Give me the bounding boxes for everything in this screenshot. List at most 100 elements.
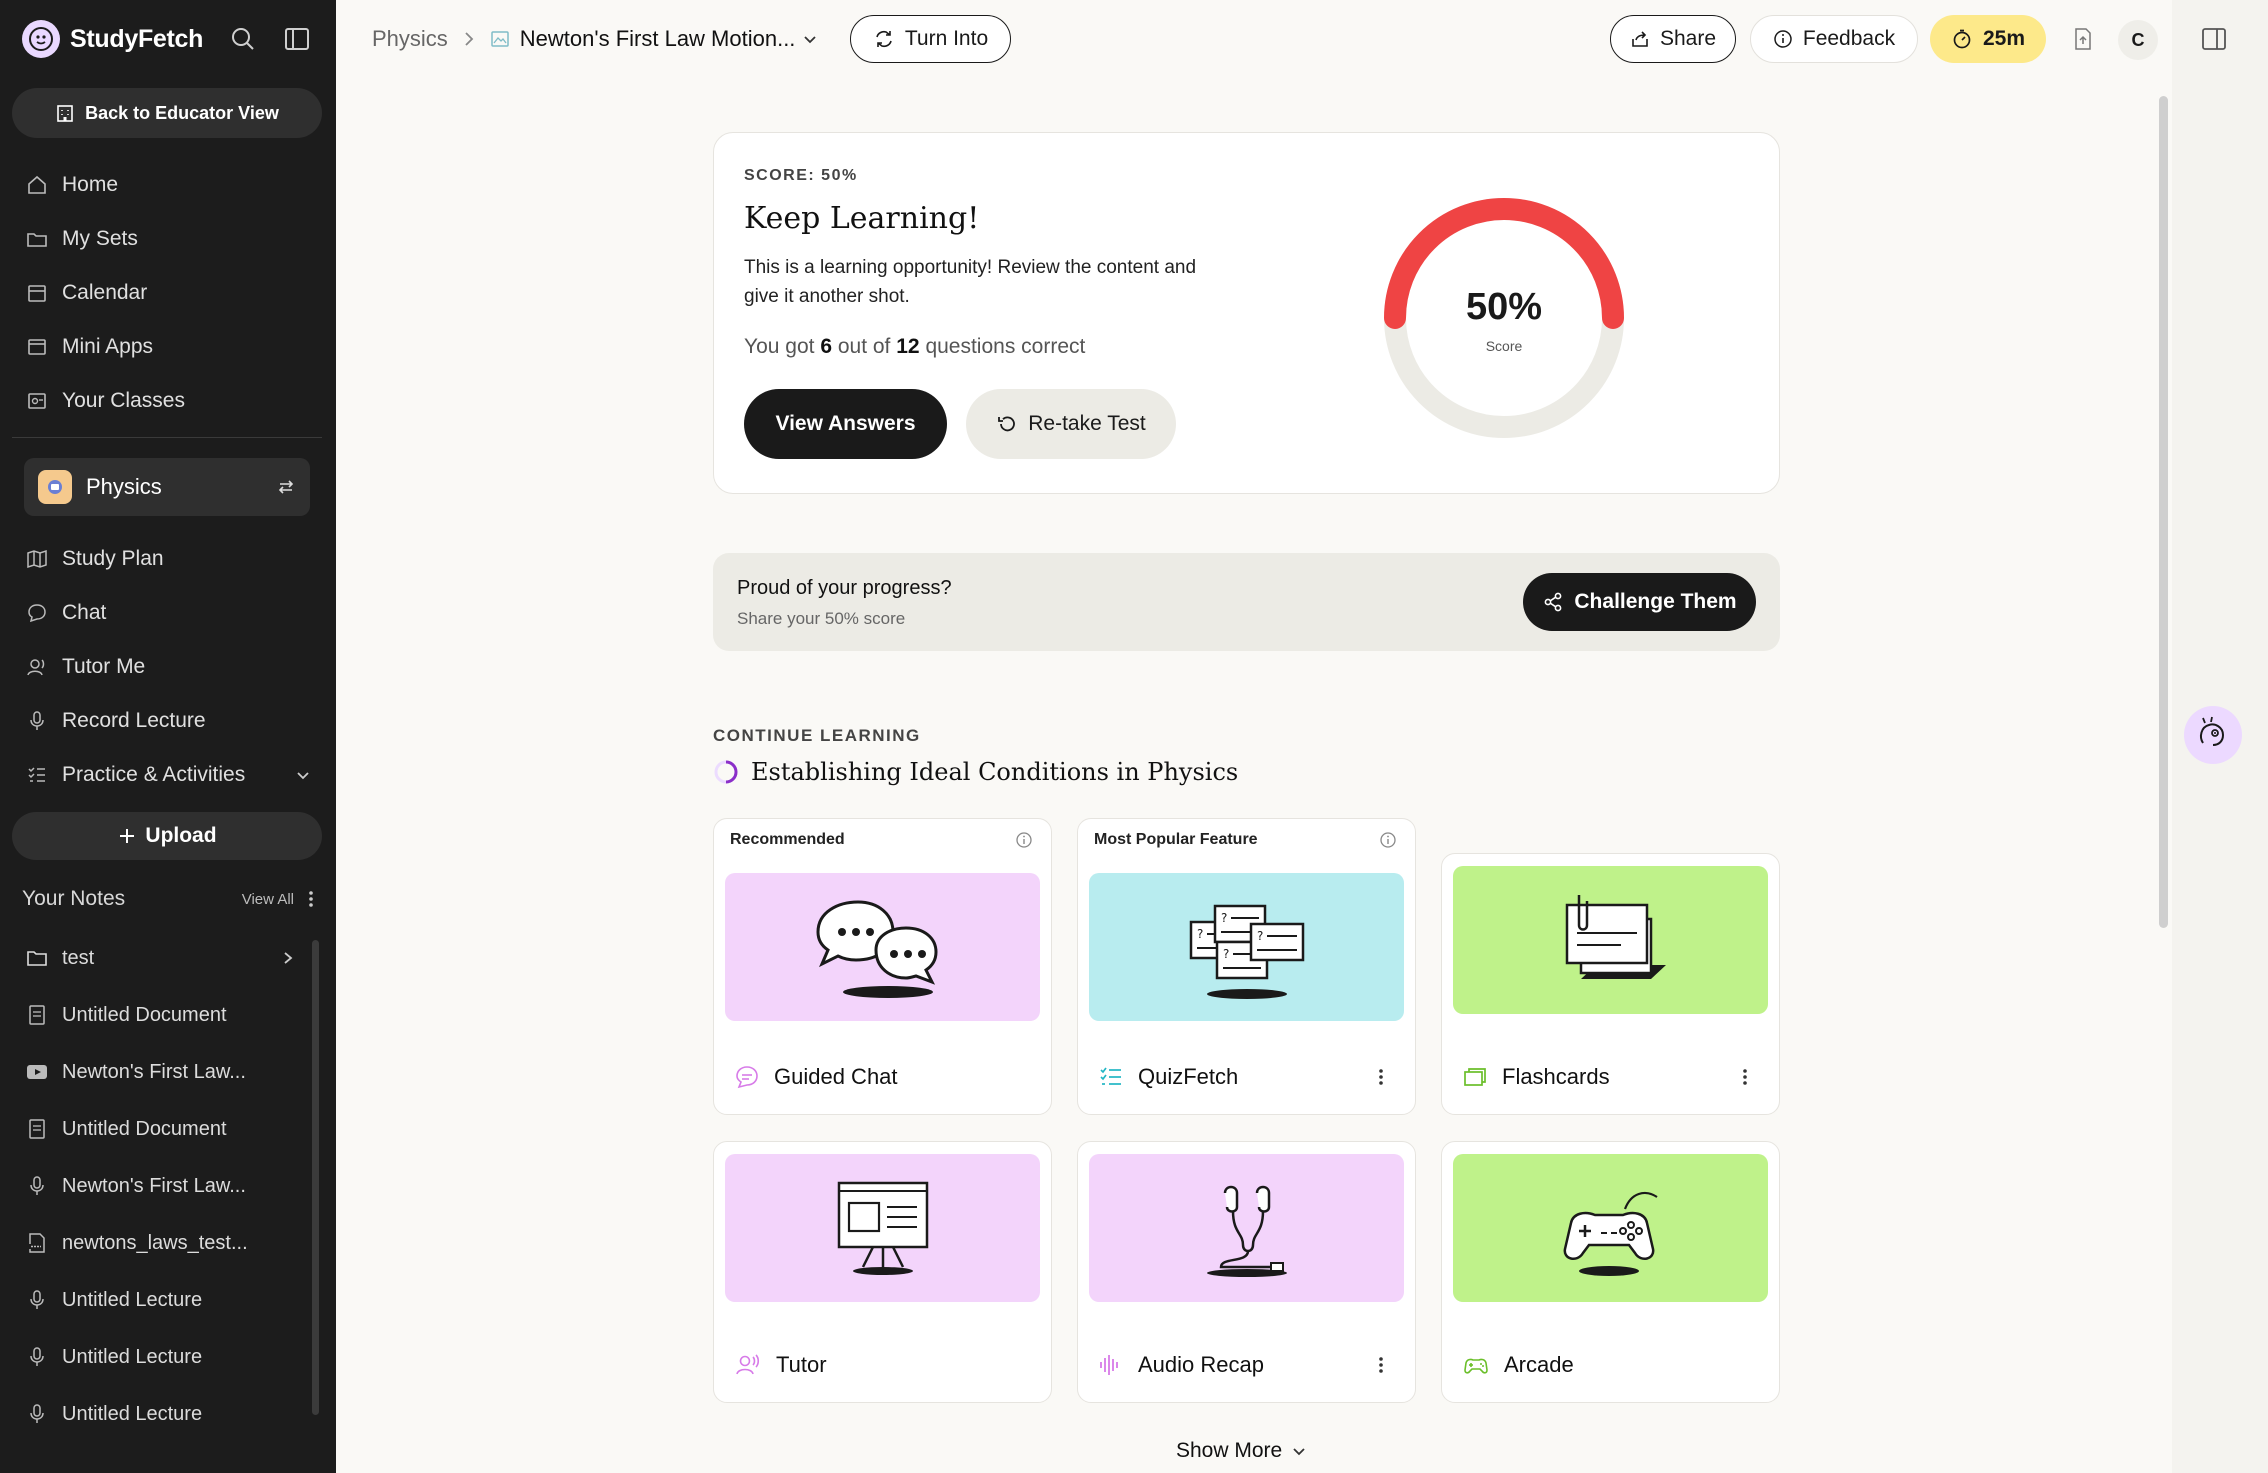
- note-item[interactable]: Untitled Document: [26, 998, 296, 1032]
- list-icon: [28, 767, 45, 782]
- image-file-icon: [491, 31, 509, 47]
- note-label: test: [62, 946, 95, 969]
- score-stat-mid: out of: [837, 335, 891, 358]
- continue-learning-title[interactable]: Establishing Ideal Conditions in Physics: [713, 758, 1238, 786]
- classes-icon: [28, 393, 46, 409]
- note-item[interactable]: Untitled Lecture: [26, 1397, 296, 1431]
- note-folder-item[interactable]: test: [26, 941, 296, 975]
- back-to-educator-button[interactable]: Back to Educator View: [12, 88, 322, 138]
- continue-learning-topic: Establishing Ideal Conditions in Physics: [751, 758, 1239, 786]
- feature-card-audio-recap[interactable]: Audio Recap: [1077, 1141, 1416, 1403]
- study-timer[interactable]: 25m: [1930, 15, 2046, 63]
- feature-tag: Recommended: [730, 831, 845, 848]
- feature-card-quizfetch[interactable]: Most Popular Feature ???? QuizFetch: [1077, 818, 1416, 1115]
- note-label: newtons_laws_test...: [62, 1231, 248, 1254]
- view-answers-button[interactable]: View Answers: [744, 389, 947, 459]
- subject-name: Physics: [86, 474, 162, 499]
- note-item[interactable]: Newton's First Law...: [26, 1169, 296, 1203]
- show-more-button[interactable]: Show More: [1176, 1436, 1308, 1466]
- retake-test-button[interactable]: Re-take Test: [966, 389, 1176, 459]
- turn-into-button[interactable]: Turn Into: [850, 15, 1011, 63]
- chevron-right-icon: [465, 32, 474, 46]
- feature-card-guided-chat[interactable]: Recommended Guided Chat: [713, 818, 1052, 1115]
- tutor-illustration: [725, 1154, 1040, 1302]
- sidebar-item-tutor-me[interactable]: Tutor Me: [26, 649, 145, 685]
- upload-label: Upload: [145, 824, 217, 847]
- progress-share-card: Proud of your progress? Share your 50% s…: [713, 553, 1780, 651]
- feature-footer: Flashcards: [1462, 1060, 1610, 1094]
- upload-button[interactable]: Upload: [12, 812, 322, 860]
- chevron-down-icon[interactable]: [801, 30, 819, 48]
- more-vertical-icon[interactable]: [308, 889, 314, 909]
- document-icon: [29, 1119, 45, 1139]
- feedback-label: Feedback: [1802, 27, 1896, 50]
- subject-switcher[interactable]: Physics: [24, 458, 310, 516]
- mic-icon: [30, 1290, 44, 1309]
- note-item[interactable]: Newton's First Law...: [26, 1055, 296, 1089]
- sidebar-item-practice-activities[interactable]: Practice & Activities: [26, 757, 312, 793]
- feature-tag: Most Popular Feature: [1094, 831, 1258, 848]
- feature-card-tutor[interactable]: Tutor: [713, 1141, 1052, 1403]
- score-card: SCORE: 50% Keep Learning! This is a lear…: [713, 132, 1780, 494]
- sidebar-item-label: Record Lecture: [62, 709, 206, 732]
- more-vertical-icon[interactable]: [1371, 1348, 1391, 1382]
- sidebar-item-home[interactable]: Home: [26, 167, 118, 203]
- info-icon[interactable]: [1379, 831, 1397, 854]
- share-button[interactable]: Share: [1610, 15, 1736, 63]
- note-label: Newton's First Law...: [62, 1174, 246, 1197]
- chevron-right-icon[interactable]: [280, 950, 296, 966]
- mic-icon: [30, 1347, 44, 1366]
- sidebar-item-study-plan[interactable]: Study Plan: [26, 541, 164, 577]
- folder-icon: [27, 233, 47, 247]
- chat-icon: [28, 604, 46, 623]
- note-item[interactable]: Untitled Document: [26, 1112, 296, 1146]
- assistant-mascot-icon[interactable]: [2184, 706, 2242, 764]
- mic-icon: [30, 1404, 44, 1423]
- feature-footer: Tutor: [734, 1348, 827, 1382]
- more-vertical-icon[interactable]: [1371, 1060, 1391, 1094]
- avatar[interactable]: C: [2118, 20, 2158, 60]
- collapse-sidebar-icon[interactable]: [282, 24, 312, 54]
- switch-arrows-icon[interactable]: [276, 477, 296, 497]
- guided-chat-illustration: [725, 873, 1040, 1021]
- feature-label: Guided Chat: [774, 1064, 898, 1089]
- gamepad-icon: [1464, 1358, 1488, 1374]
- sidebar-item-label: Chat: [62, 601, 107, 624]
- chevron-down-icon[interactable]: [294, 766, 312, 784]
- note-label: Untitled Lecture: [62, 1288, 203, 1311]
- more-vertical-icon[interactable]: [1735, 1060, 1755, 1094]
- toggle-right-panel-icon[interactable]: [2197, 22, 2231, 56]
- info-icon: [1774, 30, 1792, 48]
- sidebar-item-your-classes[interactable]: Your Classes: [26, 383, 185, 419]
- window-icon: [28, 339, 46, 355]
- note-item[interactable]: Untitled Lecture: [26, 1283, 296, 1317]
- export-icon[interactable]: [2066, 22, 2100, 56]
- sidebar-scrollbar[interactable]: [312, 940, 319, 1415]
- home-icon: [28, 175, 46, 194]
- note-item[interactable]: Untitled Lecture: [26, 1340, 296, 1374]
- feature-card-flashcards[interactable]: Flashcards: [1441, 853, 1780, 1115]
- info-icon[interactable]: [1015, 831, 1033, 854]
- notes-view-all-link[interactable]: View All: [242, 891, 294, 908]
- studyfetch-logo-icon[interactable]: [22, 20, 60, 58]
- sidebar-item-record-lecture[interactable]: Record Lecture: [26, 703, 206, 739]
- note-item[interactable]: newtons_laws_test...: [26, 1226, 296, 1260]
- show-more-label: Show More: [1176, 1439, 1283, 1462]
- breadcrumb-root[interactable]: Physics: [372, 26, 448, 52]
- feature-card-arcade[interactable]: Arcade: [1441, 1141, 1780, 1403]
- sidebar-item-chat[interactable]: Chat: [26, 595, 106, 631]
- sidebar-item-my-sets[interactable]: My Sets: [26, 221, 138, 257]
- challenge-them-button[interactable]: Challenge Them: [1523, 573, 1756, 631]
- main-scrollbar[interactable]: [2159, 96, 2168, 928]
- sidebar-item-mini-apps[interactable]: Mini Apps: [26, 329, 153, 365]
- search-icon[interactable]: [228, 24, 258, 54]
- feedback-button[interactable]: Feedback: [1750, 15, 1918, 63]
- progress-share-title: Proud of your progress?: [737, 577, 952, 599]
- chevron-down-icon: [1293, 1448, 1305, 1456]
- back-to-educator-label: Back to Educator View: [85, 102, 279, 123]
- app-name: StudyFetch: [70, 24, 204, 53]
- sidebar-item-calendar[interactable]: Calendar: [26, 275, 147, 311]
- feature-label: QuizFetch: [1138, 1064, 1239, 1089]
- retake-label: Re-take Test: [1028, 412, 1146, 435]
- breadcrumb-current[interactable]: Newton's First Law Motion...: [520, 26, 796, 52]
